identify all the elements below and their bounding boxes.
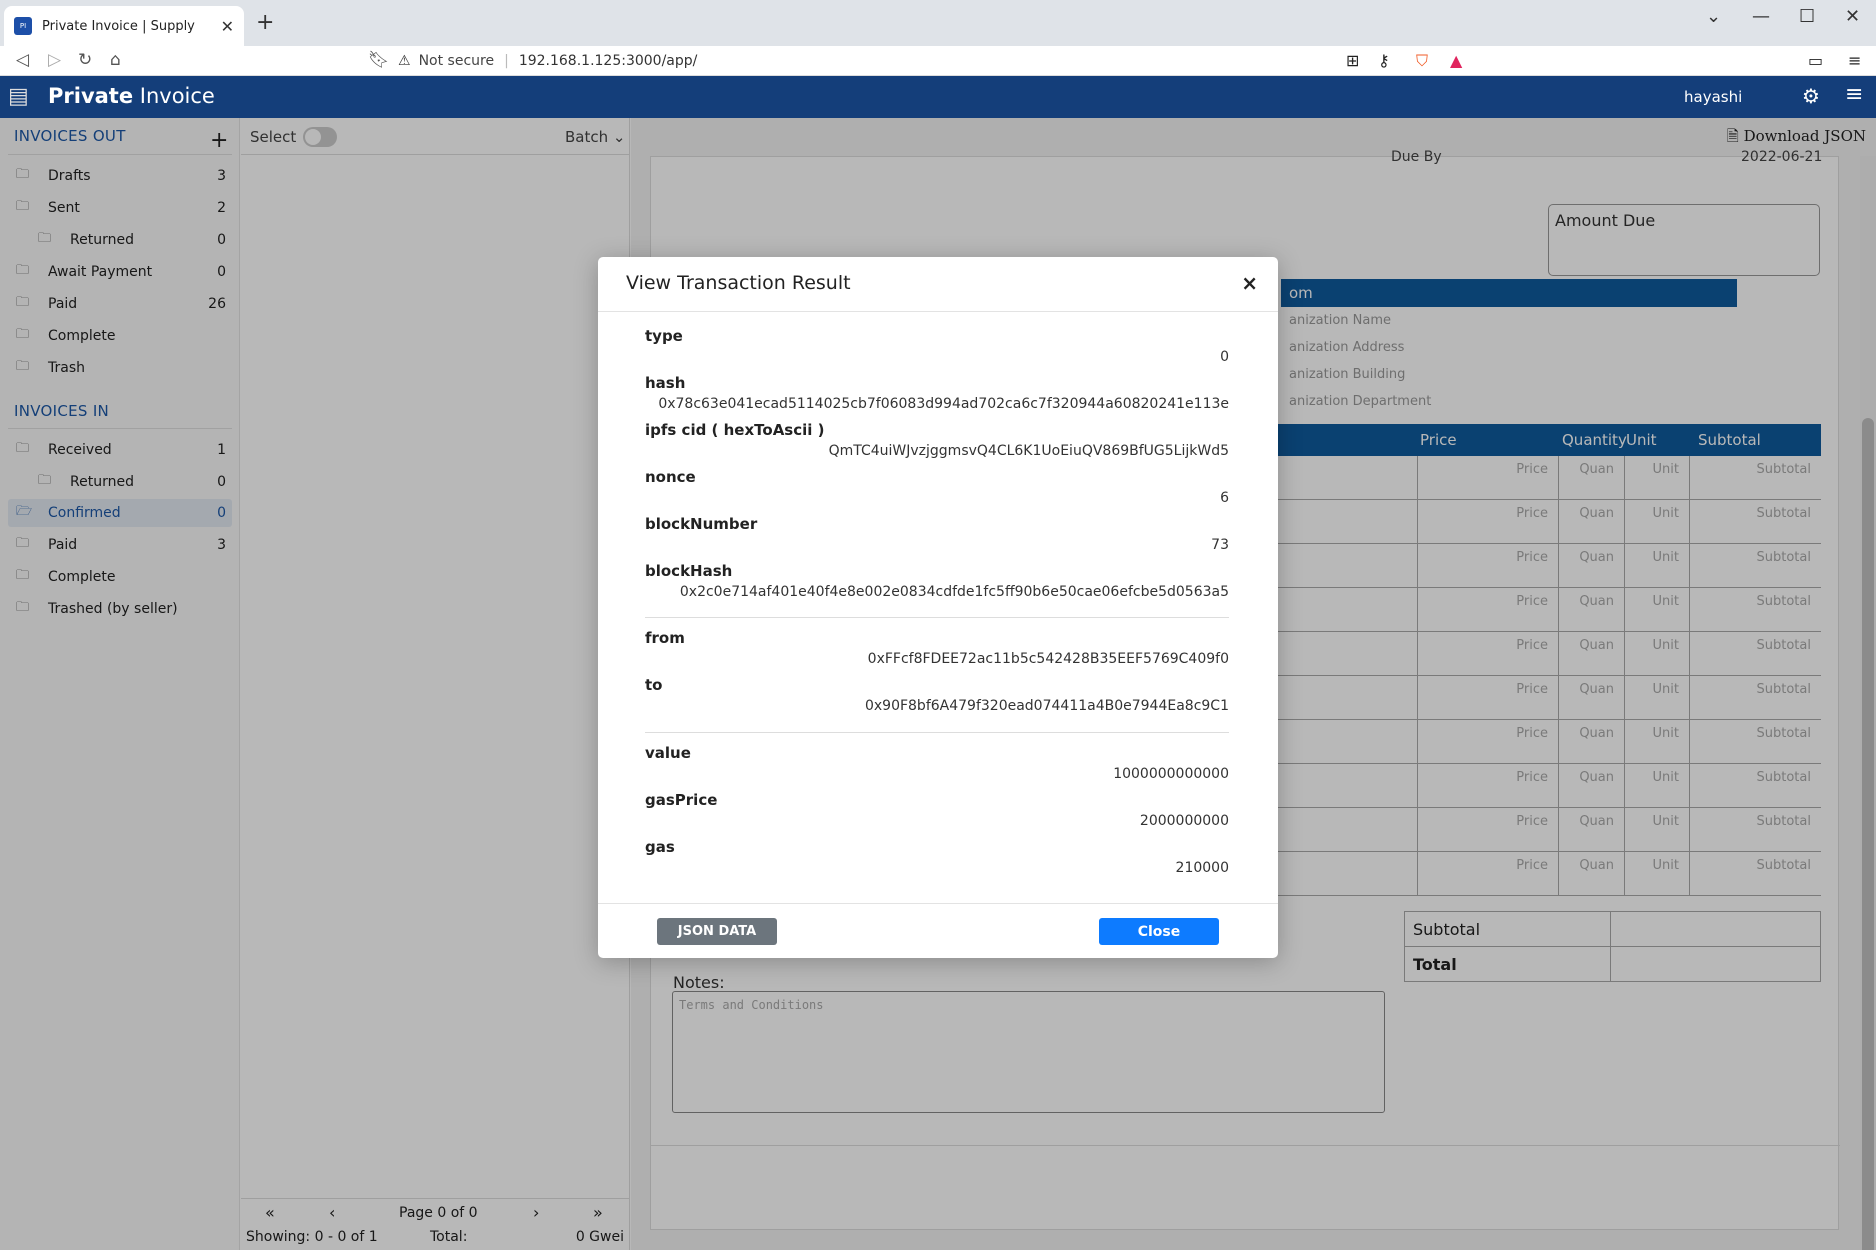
field-value-nonce: 6 <box>1220 490 1229 506</box>
field-key-value: value <box>645 744 691 762</box>
logo-icon: ▤ <box>8 84 29 109</box>
field-value-block-number: 73 <box>1211 537 1229 553</box>
field-key-to: to <box>645 676 663 694</box>
warning-icon: ⚠ <box>398 53 411 69</box>
brave-shield-icon[interactable]: ⛉ <box>1416 51 1428 71</box>
minimize-icon[interactable]: — <box>1752 6 1770 27</box>
url-text: 192.168.1.125:3000/app/ <box>518 53 698 69</box>
tab-title: Private Invoice | Supply <box>42 18 195 34</box>
field-key-from: from <box>645 629 685 647</box>
field-key-block-hash: blockHash <box>645 562 733 580</box>
reload-icon[interactable]: ↻ <box>78 50 92 70</box>
new-tab-icon[interactable]: + <box>256 10 274 35</box>
field-value-value: 1000000000000 <box>1113 766 1229 782</box>
app-logo[interactable]: Private Invoice <box>48 84 215 108</box>
address-bar[interactable]: ⚠ Not secure | 192.168.1.125:3000/app/ <box>398 46 1478 76</box>
user-name[interactable]: hayashi <box>1684 88 1742 106</box>
key-icon[interactable]: ⚷ <box>1378 51 1390 70</box>
field-key-type: type <box>645 327 683 345</box>
modal-header: View Transaction Result × <box>598 257 1278 312</box>
settings-gear-icon[interactable]: ⚙ <box>1802 84 1820 108</box>
tab-search-icon[interactable]: ⌄ <box>1706 6 1721 27</box>
browser-tabbar: PI Private Invoice | Supply ✕ + ⌄ — ☐ ✕ <box>0 0 1876 46</box>
close-window-icon[interactable]: ✕ <box>1845 6 1860 27</box>
field-value-type: 0 <box>1220 349 1229 365</box>
transaction-result-modal: View Transaction Result × type 0 hash 0x… <box>598 257 1278 958</box>
wallet-icon[interactable]: ▭ <box>1808 51 1823 70</box>
maximize-icon[interactable]: ☐ <box>1799 6 1815 27</box>
favicon-icon: PI <box>14 17 32 35</box>
field-key-block-number: blockNumber <box>645 515 758 533</box>
back-icon[interactable]: ◁ <box>16 50 29 70</box>
brave-rewards-icon[interactable]: ▲ <box>1450 51 1462 70</box>
field-value-gas: 210000 <box>1175 860 1229 876</box>
modal-footer: JSON DATA Close <box>598 903 1278 958</box>
app-header: ▤ Private Invoice hayashi ⚙ ≡ <box>0 76 1876 118</box>
close-icon[interactable]: × <box>1241 271 1258 295</box>
close-button[interactable]: Close <box>1099 918 1219 945</box>
logo-bold: Private <box>48 84 134 108</box>
json-data-button[interactable]: JSON DATA <box>657 918 777 945</box>
field-key-nonce: nonce <box>645 468 696 486</box>
home-icon[interactable]: ⌂ <box>110 50 121 70</box>
field-key-ipfs-cid: ipfs cid ( hexToAscii ) <box>645 421 825 439</box>
field-value-block-hash: 0x2c0e714af401e40f4e8e002e0834cdfde1fc5f… <box>679 584 1229 600</box>
hamburger-menu-icon[interactable]: ≡ <box>1845 82 1863 107</box>
forward-icon[interactable]: ▷ <box>48 50 61 70</box>
url-separator: | <box>504 53 509 69</box>
close-tab-icon[interactable]: ✕ <box>221 17 234 36</box>
bookmark-icon[interactable]: 🔖︎ <box>368 50 390 70</box>
field-value-hash: 0x78c63e041ecad5114025cb7f06083d994ad702… <box>658 396 1229 412</box>
field-value-from: 0xFFcf8FDEE72ac11b5c542428B35EEF5769C409… <box>867 651 1229 667</box>
field-value-to: 0x90F8bf6A479f320ead074411a4B0e7944Ea8c9… <box>864 698 1229 714</box>
field-value-ipfs-cid: QmTC4uiWJvzjggmsvQ4CL6K1UoEiuQV869BfUG5L… <box>828 443 1229 459</box>
section-divider <box>645 732 1229 733</box>
modal-title: View Transaction Result <box>626 272 851 294</box>
browser-tab[interactable]: PI Private Invoice | Supply ✕ <box>4 6 244 46</box>
field-key-gas-price: gasPrice <box>645 791 718 809</box>
logo-light: Invoice <box>133 84 215 108</box>
qr-code-icon[interactable]: ⊞ <box>1346 51 1359 70</box>
section-divider <box>645 617 1229 618</box>
field-value-gas-price: 2000000000 <box>1139 813 1229 829</box>
field-key-gas: gas <box>645 838 675 856</box>
not-secure-label: Not secure <box>418 53 495 69</box>
browser-toolbar: ◁ ▷ ↻ ⌂ 🔖︎ ⚠ Not secure | 192.168.1.125:… <box>0 46 1876 76</box>
field-key-hash: hash <box>645 374 686 392</box>
browser-menu-icon[interactable]: ≡ <box>1848 51 1861 70</box>
